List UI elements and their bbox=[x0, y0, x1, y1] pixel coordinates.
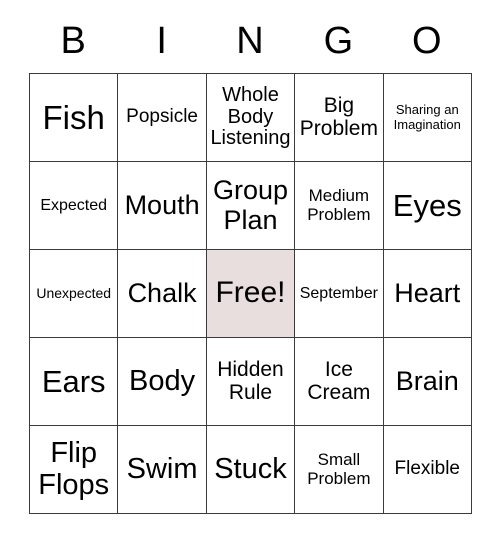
bingo-cell-label: Medium Problem bbox=[307, 186, 371, 224]
bingo-cell-label: Group Plan bbox=[212, 175, 288, 235]
bingo-cell[interactable]: Mouth bbox=[117, 161, 207, 250]
bingo-cell-label: Chalk bbox=[127, 277, 197, 308]
bingo-cell[interactable]: Big Problem bbox=[294, 73, 384, 162]
bingo-cell[interactable]: Chalk bbox=[117, 249, 207, 338]
bingo-cell-label: Ears bbox=[41, 363, 106, 399]
bingo-row: Flip Flops Swim Stuck Small Problem Flex… bbox=[28, 425, 472, 514]
bingo-cell[interactable]: Whole Body Listening bbox=[205, 73, 296, 162]
bingo-header-letter-b: B bbox=[60, 19, 86, 62]
bingo-header-letter-o: O bbox=[412, 19, 442, 62]
bingo-cell[interactable]: Body bbox=[117, 337, 207, 426]
bingo-cell-label: September bbox=[299, 284, 378, 302]
bingo-cell[interactable]: Brain bbox=[382, 337, 472, 426]
bingo-cell-label: Expected bbox=[40, 196, 108, 214]
bingo-header-letter-n: N bbox=[236, 19, 264, 62]
bingo-grid: Fish Popsicle Whole Body Listening Big P… bbox=[28, 73, 472, 514]
bingo-card: B I N G O Fish Popsicle Whole Body Liste… bbox=[28, 0, 472, 514]
bingo-cell[interactable]: Swim bbox=[117, 425, 207, 514]
bingo-cell-label: Small Problem bbox=[307, 450, 371, 488]
bingo-cell-label: Sharing an Imagination bbox=[393, 102, 461, 132]
bingo-cell-label: Fish bbox=[42, 98, 105, 136]
bingo-cell[interactable]: Hidden Rule bbox=[205, 337, 296, 426]
bingo-cell-label: Flexible bbox=[394, 458, 460, 480]
bingo-cell[interactable]: Popsicle bbox=[117, 73, 207, 162]
bingo-free-label: Free! bbox=[215, 276, 286, 310]
bingo-cell[interactable]: Expected bbox=[28, 161, 119, 250]
bingo-row: Expected Mouth Group Plan Medium Problem… bbox=[28, 161, 472, 250]
bingo-cell[interactable]: Flexible bbox=[382, 425, 472, 514]
bingo-cell[interactable]: Ice Cream bbox=[294, 337, 384, 426]
bingo-cell[interactable]: Group Plan bbox=[205, 161, 296, 250]
bingo-cell-label: Swim bbox=[126, 452, 198, 485]
bingo-cell[interactable]: Unexpected bbox=[28, 249, 119, 338]
bingo-cell-label: Heart bbox=[394, 277, 461, 308]
bingo-cell[interactable]: Small Problem bbox=[294, 425, 384, 514]
bingo-cell-label: Flip Flops bbox=[38, 437, 110, 501]
bingo-cell-label: Popsicle bbox=[126, 106, 198, 128]
bingo-cell-label: Body bbox=[129, 364, 196, 397]
bingo-header-letter-g: G bbox=[323, 19, 354, 62]
bingo-cell-label: Hidden Rule bbox=[217, 357, 284, 404]
bingo-cell-label: Eyes bbox=[392, 187, 462, 223]
bingo-cell-label: Ice Cream bbox=[307, 357, 371, 404]
bingo-row: Ears Body Hidden Rule Ice Cream Brain bbox=[28, 337, 472, 426]
bingo-cell-label: Big Problem bbox=[299, 93, 378, 140]
bingo-cell-label: Mouth bbox=[124, 189, 200, 220]
bingo-row: Fish Popsicle Whole Body Listening Big P… bbox=[28, 73, 472, 162]
bingo-row: Unexpected Chalk Free! September Heart bbox=[28, 249, 472, 338]
bingo-cell[interactable]: Eyes bbox=[382, 161, 472, 250]
bingo-cell[interactable]: Ears bbox=[28, 337, 119, 426]
bingo-header-letter-i: I bbox=[156, 19, 167, 62]
bingo-cell-label: Unexpected bbox=[36, 284, 112, 301]
bingo-cell-label: Stuck bbox=[214, 452, 287, 485]
bingo-cell[interactable]: Sharing an Imagination bbox=[382, 73, 472, 162]
bingo-header-row: B I N G O bbox=[29, 0, 471, 73]
bingo-cell[interactable]: Heart bbox=[382, 249, 472, 338]
bingo-cell[interactable]: Fish bbox=[28, 73, 119, 162]
bingo-free-cell[interactable]: Free! bbox=[205, 249, 296, 338]
bingo-cell[interactable]: Flip Flops bbox=[28, 425, 119, 514]
bingo-cell[interactable]: September bbox=[294, 249, 384, 338]
bingo-cell-label: Whole Body Listening bbox=[210, 84, 291, 150]
bingo-cell-label: Brain bbox=[395, 365, 459, 396]
bingo-cell[interactable]: Stuck bbox=[205, 425, 296, 514]
bingo-grid-body: Fish Popsicle Whole Body Listening Big P… bbox=[28, 73, 472, 514]
bingo-cell[interactable]: Medium Problem bbox=[294, 161, 384, 250]
